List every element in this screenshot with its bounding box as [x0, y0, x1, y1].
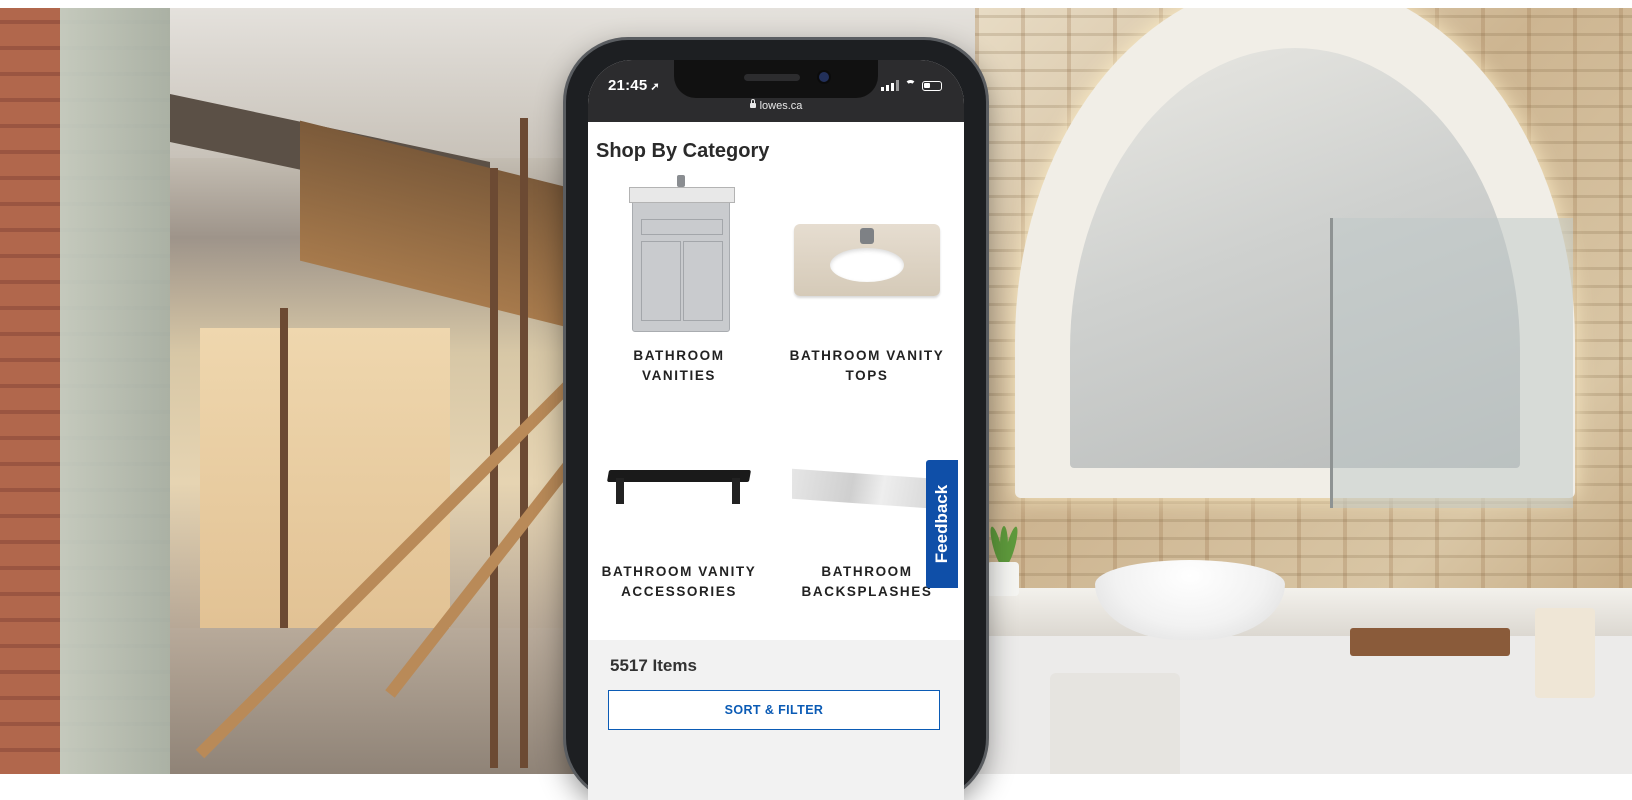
bathroom-vanity-image[interactable]: [604, 175, 754, 334]
plant-pot: [987, 562, 1019, 596]
shower-reflection: [1330, 218, 1573, 508]
phone-screen: 21:45 ➚ lowes.ca Shop By Category BATHRO…: [588, 60, 964, 800]
vanity-top-illustration: [794, 224, 940, 296]
vanity-door: [641, 241, 681, 321]
items-count: 5517 Items: [610, 656, 697, 675]
support-post: [280, 308, 288, 628]
cellular-signal-icon: [881, 80, 899, 91]
support-post: [520, 118, 528, 768]
category-label[interactable]: BATHROOM VANITY TOPS: [782, 346, 952, 386]
feedback-label: Feedback: [932, 484, 951, 564]
phone-notch: [674, 60, 878, 98]
stand-leg: [732, 478, 740, 504]
vanity-countertop: [629, 187, 735, 203]
status-icons: [881, 80, 942, 91]
vanity-accessory-image[interactable]: [604, 400, 754, 550]
category-label[interactable]: BATHROOM VANITIES: [594, 346, 764, 386]
feedback-tab[interactable]: Feedback: [926, 460, 958, 588]
marble-counter: [975, 588, 1632, 636]
location-arrow-icon: ➚: [650, 81, 660, 93]
faucet-shape: [677, 175, 685, 187]
stand-leg: [616, 478, 624, 504]
stand-top-bar: [606, 470, 752, 482]
potted-plant: [985, 520, 1021, 596]
hand-towel: [1050, 673, 1180, 774]
wooden-tray: [1350, 628, 1510, 656]
battery-icon: [922, 80, 942, 91]
category-label[interactable]: BATHROOM VANITY ACCESSORIES: [594, 562, 764, 602]
category-bathroom-vanity-accessories[interactable]: BATHROOM VANITY ACCESSORIES: [594, 400, 764, 602]
vanity-top-image[interactable]: [792, 184, 942, 334]
wifi-icon: [904, 80, 917, 91]
category-bathroom-vanities[interactable]: BATHROOM VANITIES: [594, 175, 764, 386]
sink-basin: [830, 248, 904, 282]
backsplash-image[interactable]: [792, 400, 942, 550]
vanity-door: [683, 241, 723, 321]
back-room: [200, 328, 450, 628]
vanity-stand-illustration: [604, 470, 754, 510]
lowes-category-page: Shop By Category BATHROOM VANITIES BATHR…: [588, 122, 964, 800]
status-time: 21:45 ➚: [608, 77, 660, 94]
plaster-wall: [60, 8, 170, 774]
sort-filter-button[interactable]: SORT & FILTER: [608, 690, 940, 730]
bathroom-background-photo: [975, 8, 1632, 774]
lock-icon: [749, 99, 756, 108]
phone-mockup: 21:45 ➚ lowes.ca Shop By Category BATHRO…: [566, 40, 986, 800]
section-title: Shop By Category: [596, 140, 770, 162]
faucet-shape: [860, 228, 874, 244]
time-text: 21:45: [608, 77, 648, 94]
front-camera: [819, 72, 829, 82]
results-bar: 5517 Items SORT & FILTER: [588, 640, 964, 800]
category-bathroom-vanity-tops[interactable]: BATHROOM VANITY TOPS: [782, 184, 952, 386]
speaker-grille: [744, 74, 800, 81]
vanity-drawer: [641, 219, 723, 235]
marble-backsplash-illustration: [792, 468, 942, 510]
candle-jar: [1535, 608, 1595, 698]
url-text: lowes.ca: [759, 100, 803, 112]
status-bar: 21:45 ➚ lowes.ca: [588, 60, 964, 122]
address-bar[interactable]: lowes.ca: [588, 99, 964, 112]
vanity-cabinet-illustration: [629, 175, 735, 332]
